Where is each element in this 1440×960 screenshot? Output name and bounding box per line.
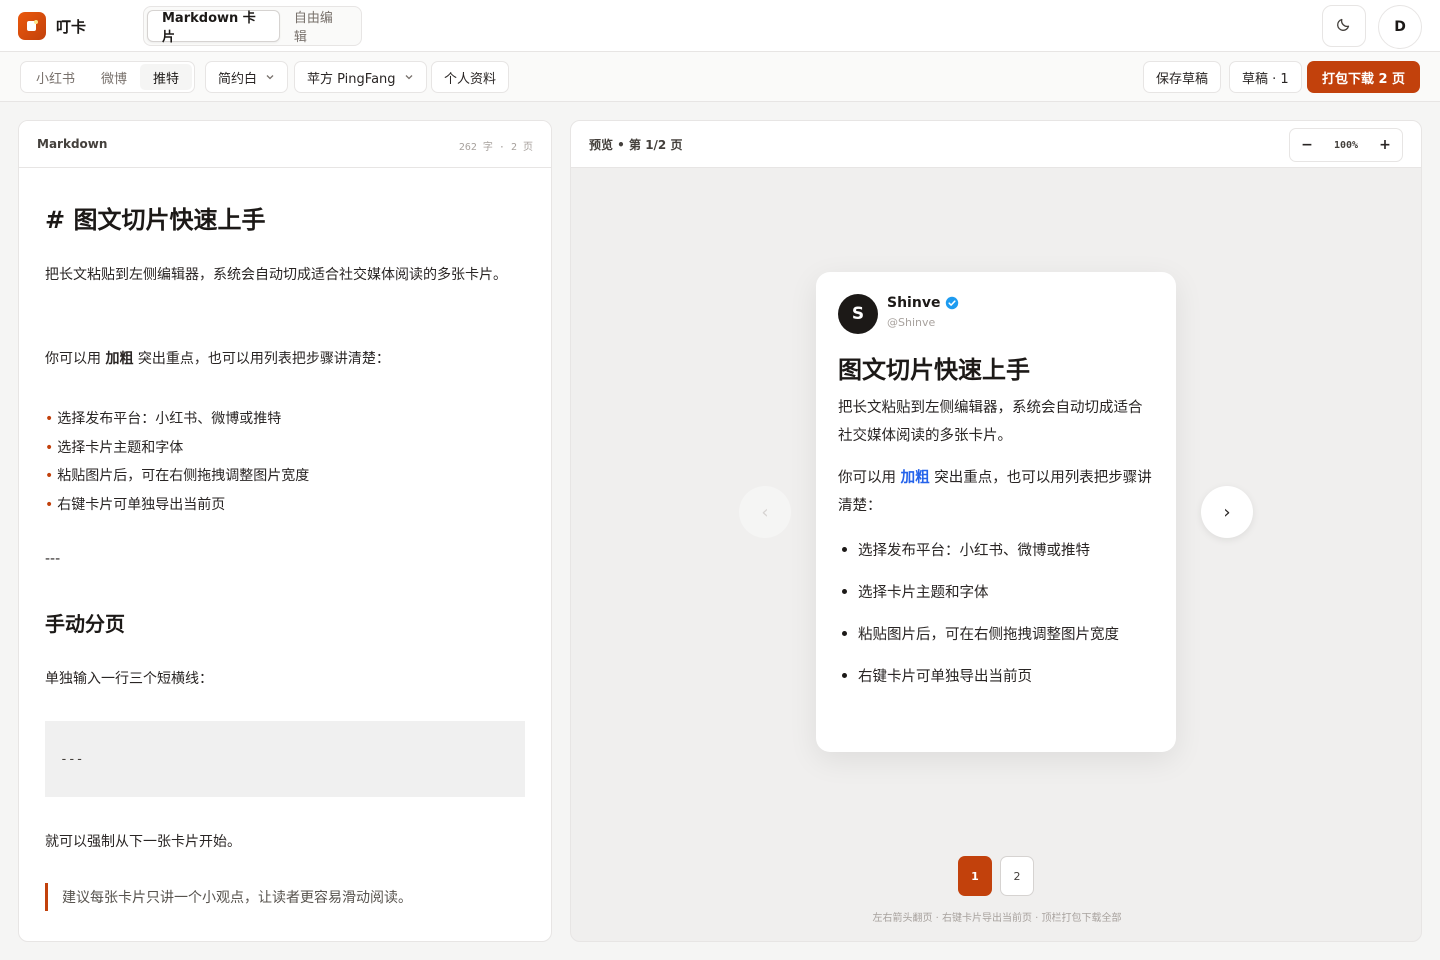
md-paragraph: 你可以用 加粗 突出重点，也可以用列表把步骤讲清楚： — [45, 351, 390, 367]
md-horizontal-rule: --- — [45, 551, 61, 567]
tab-markdown-card[interactable]: Markdown 卡片 — [147, 10, 280, 45]
md-list-item: • 粘贴图片后，可在右侧拖拽调整图片宽度 — [45, 468, 310, 484]
chevron-down-icon — [265, 72, 275, 82]
platform-weibo[interactable]: 微博 — [88, 64, 140, 90]
verified-badge-icon — [945, 296, 959, 310]
save-draft-button[interactable]: 保存草稿 — [1143, 61, 1222, 93]
preview-header: 预览 • 第 1/2 页 − 100% + — [571, 121, 1421, 168]
next-page-button[interactable]: › — [1201, 486, 1253, 538]
app-name: 叮卡 — [56, 17, 87, 36]
card-title: 图文切片快速上手 — [838, 356, 1030, 384]
editor-header: Markdown 262 字 · 2 页 — [19, 121, 551, 168]
download-all-button[interactable]: 打包下载 2 页 — [1307, 61, 1420, 93]
card-list-item: 粘贴图片后，可在右侧拖拽调整图片宽度 — [838, 623, 1119, 644]
md-heading-1: # 图文切片快速上手 — [45, 206, 266, 234]
app-logo-icon — [18, 12, 46, 40]
zoom-out-button[interactable]: − — [1300, 137, 1314, 153]
md-heading-2: 手动分页 — [45, 612, 125, 636]
card-author-name: Shinve — [887, 295, 959, 311]
markdown-editor[interactable]: # 图文切片快速上手 把长文粘贴到左侧编辑器，系统会自动切成适合社交媒体阅读的多… — [19, 168, 551, 941]
card-paragraph: 把长文粘贴到左侧编辑器，系统会自动切成适合社交媒体阅读的多张卡片。 — [838, 400, 1143, 444]
page-button-2[interactable]: 2 — [1000, 856, 1034, 896]
card-list-item: 选择发布平台：小红书、微博或推特 — [838, 539, 1090, 560]
prev-page-button[interactable]: ‹ — [739, 486, 791, 538]
theme-select[interactable]: 简约白 — [205, 61, 289, 93]
card-paragraph: 你可以用 加粗 突出重点，也可以用列表把步骤讲清楚： — [838, 470, 1152, 514]
toolbar: 小红书 微博 推特 简约白 苹方 PingFang 个人资料 保存草稿 草稿 ·… — [0, 52, 1440, 102]
tab-free-edit[interactable]: 自由编辑 — [280, 10, 358, 45]
card-avatar: S — [838, 294, 878, 334]
md-code-block: --- — [45, 721, 525, 797]
md-list-item: • 选择卡片主题和字体 — [45, 440, 184, 456]
card-author-handle: @Shinve — [887, 316, 936, 329]
drafts-button[interactable]: 草稿 · 1 — [1229, 61, 1302, 93]
zoom-level: 100% — [1333, 139, 1359, 151]
font-select[interactable]: 苹方 PingFang — [294, 61, 427, 93]
platform-xiaohongshu[interactable]: 小红书 — [23, 64, 88, 90]
moon-icon — [1336, 16, 1352, 36]
card-highlight: 加粗 — [900, 470, 930, 486]
mode-tabs: Markdown 卡片 自由编辑 — [143, 6, 362, 46]
profile-button[interactable]: 个人资料 — [431, 61, 510, 93]
top-bar: 叮卡 Markdown 卡片 自由编辑 D — [0, 0, 1440, 52]
platform-twitter[interactable]: 推特 — [140, 64, 193, 90]
preview-hint: 左右箭头翻页 · 右键卡片导出当前页 · 顶栏打包下载全部 — [872, 913, 1122, 924]
preview-panel: 预览 • 第 1/2 页 − 100% + ‹ › S Shinve @Shin… — [570, 120, 1422, 942]
page-button-1[interactable]: 1 — [958, 856, 992, 896]
brand[interactable]: 叮卡 — [18, 12, 86, 40]
chevron-down-icon — [404, 72, 414, 82]
zoom-in-button[interactable]: + — [1378, 137, 1392, 153]
preview-card[interactable]: S Shinve @Shinve 图文切片快速上手 把长文粘贴到左侧编辑器，系统… — [816, 272, 1176, 752]
md-blockquote: 建议每张卡片只讲一个小观点，让读者更容易滑动阅读。 — [45, 883, 412, 911]
md-list-item: • 右键卡片可单独导出当前页 — [45, 497, 226, 513]
preview-title: 预览 • 第 1/2 页 — [589, 137, 683, 152]
user-avatar[interactable]: D — [1378, 5, 1422, 49]
card-list-item: 右键卡片可单独导出当前页 — [838, 665, 1032, 686]
md-paragraph: 就可以强制从下一张卡片开始。 — [45, 834, 241, 850]
platform-selector: 小红书 微博 推特 — [20, 61, 196, 93]
editor-title: Markdown — [37, 137, 108, 151]
md-list-item: • 选择发布平台：小红书、微博或推特 — [45, 411, 282, 427]
card-list-item: 选择卡片主题和字体 — [838, 581, 989, 602]
zoom-control: − 100% + — [1289, 128, 1403, 162]
theme-select-value: 简约白 — [218, 71, 258, 87]
font-select-value: 苹方 PingFang — [307, 71, 396, 87]
md-bold: 加粗 — [105, 351, 134, 367]
theme-toggle-button[interactable] — [1322, 5, 1366, 47]
editor-panel: Markdown 262 字 · 2 页 # 图文切片快速上手 把长文粘贴到左侧… — [18, 120, 552, 942]
md-paragraph: 把长文粘贴到左侧编辑器，系统会自动切成适合社交媒体阅读的多张卡片。 — [45, 267, 507, 283]
editor-stats: 262 字 · 2 页 — [458, 142, 533, 153]
page-pagination: 1 2 — [958, 856, 1034, 896]
md-paragraph: 单独输入一行三个短横线： — [45, 671, 213, 687]
